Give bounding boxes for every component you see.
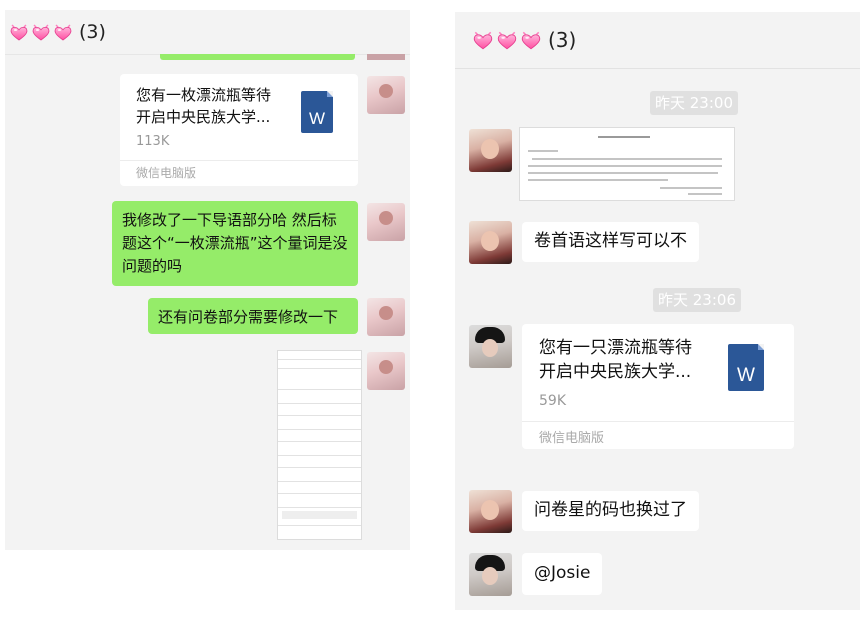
avatar[interactable] [367,76,405,114]
avatar[interactable] [469,553,512,596]
document-image[interactable] [519,127,735,201]
hearts [472,30,542,50]
file-name: 您有一只漂流瓶等待 开启中央民族大学... [539,338,692,382]
message-bubble: 卷首语这样写可以不 [522,222,699,262]
avatar[interactable] [367,203,405,241]
avatar[interactable] [469,490,512,533]
heart-icon [520,30,542,50]
chat-header: (3) [5,10,410,55]
heart-icon [496,30,518,50]
file-size: 113K [136,134,170,149]
avatar[interactable] [469,129,512,172]
word-file-icon: W [301,91,333,133]
avatar[interactable] [469,325,512,368]
avatar[interactable] [367,298,405,336]
divider [120,160,358,161]
message-bubble: 还有问卷部分需要修改一下 [148,298,358,334]
file-source: 微信电脑版 [136,166,197,180]
screenshot-image[interactable] [277,350,362,540]
avatar [367,54,405,60]
heart-icon [31,23,51,41]
heart-icon [9,23,29,41]
chat-panel-left: (3) 您有一枚漂流瓶等待 开启中央民族大学... 113K W 微信电脑版 我… [5,10,410,550]
message-bubble: @Josie [522,553,603,595]
member-count: (3) [548,28,577,52]
file-source: 微信电脑版 [539,431,605,446]
message-bubble: 问卷星的码也换过了 [522,491,699,531]
file-name: 您有一枚漂流瓶等待 开启中央民族大学... [136,86,272,126]
prev-message-bubble [160,54,355,60]
timestamp: 昨天 23:06 [653,288,741,312]
heart-icon [472,30,494,50]
member-count: (3) [79,21,106,43]
avatar[interactable] [469,221,512,264]
file-message[interactable]: 您有一枚漂流瓶等待 开启中央民族大学... 113K W 微信电脑版 [120,74,358,186]
heart-icon [53,23,73,41]
divider [522,421,794,422]
timestamp: 昨天 23:00 [650,91,738,115]
chat-header: (3) [455,12,860,69]
file-size: 59K [539,393,566,409]
avatar[interactable] [367,352,405,390]
file-message[interactable]: 您有一只漂流瓶等待 开启中央民族大学... 59K W 微信电脑版 [522,324,794,449]
chat-panel-right: (3) 昨天 23:00 卷首语这样写可以不 昨天 23:06 您有一只漂流瓶等… [455,12,860,610]
message-bubble: 我修改了一下导语部分哈 然后标题这个“一枚漂流瓶”这个量词是没问题的吗 [112,201,358,286]
word-file-icon: W [728,344,764,391]
hearts [9,23,73,41]
